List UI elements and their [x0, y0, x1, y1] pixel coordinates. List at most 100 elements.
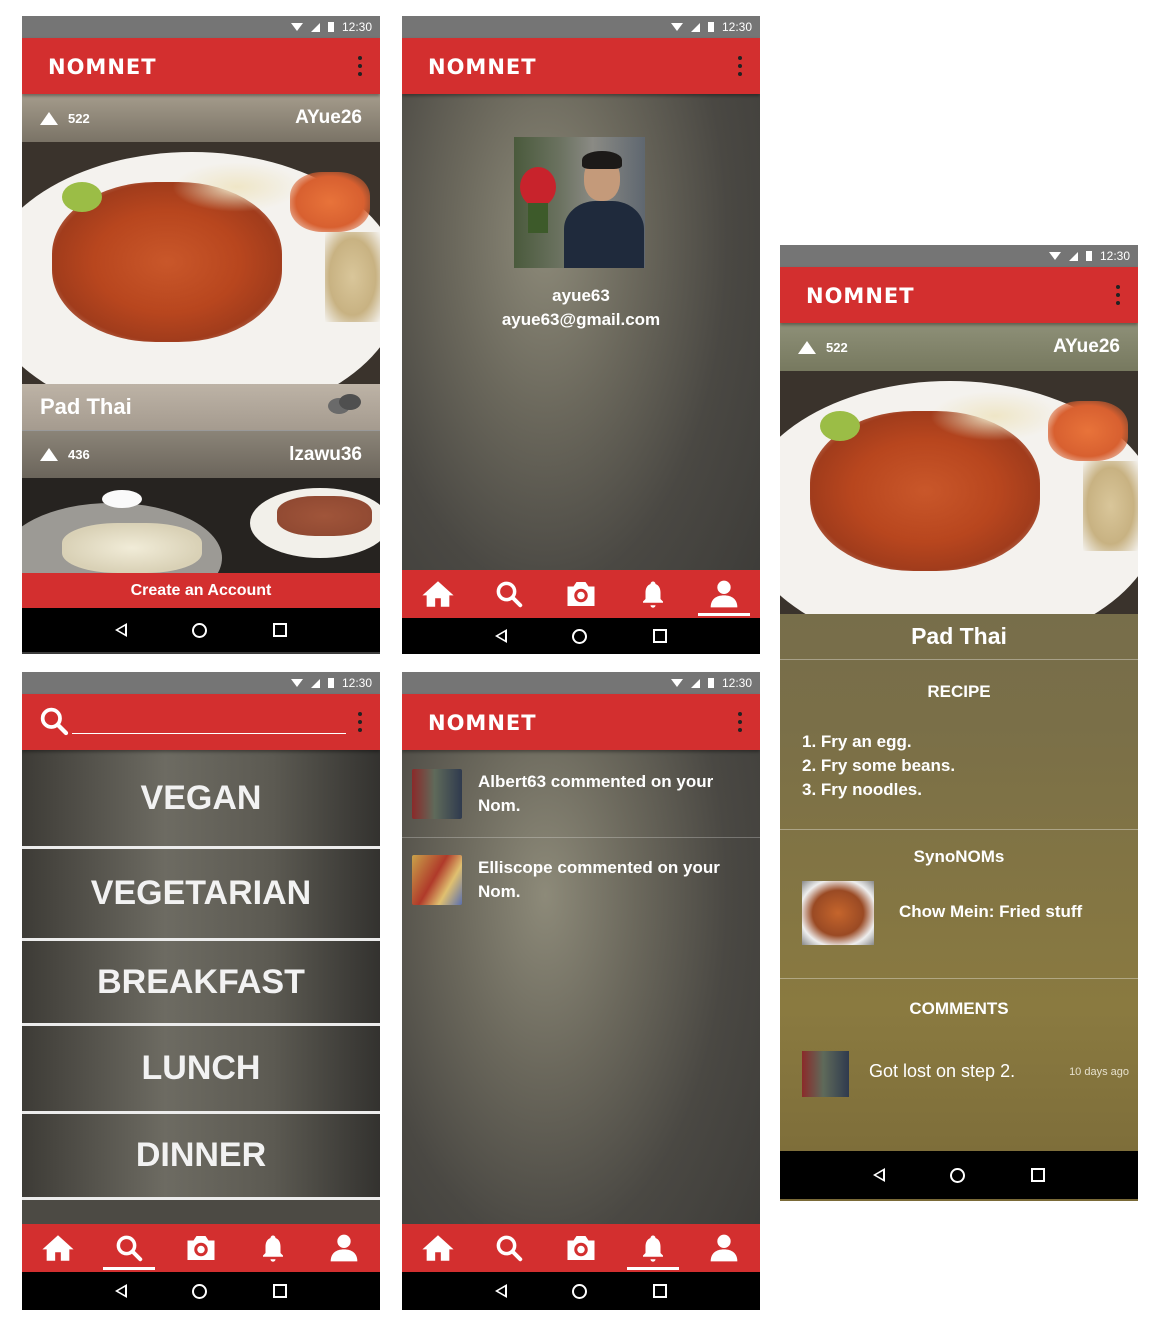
category-vegetarian[interactable]: VEGETARIAN [22, 849, 380, 941]
feed-screen: 12:30 NOMNET 522 AYue26 Pad Thai 436 lza… [22, 16, 380, 654]
recents-icon[interactable] [273, 1284, 288, 1298]
tab-camera[interactable] [559, 1224, 603, 1272]
camera-icon [562, 1230, 600, 1266]
post-title: Pad Thai [40, 394, 132, 419]
tab-profile[interactable] [322, 1224, 366, 1272]
tab-search[interactable] [487, 570, 531, 618]
battery-icon [707, 22, 714, 32]
post-title-bar: Pad Thai [22, 384, 380, 430]
post-username[interactable]: AYue26 [1053, 336, 1120, 358]
battery-icon [327, 22, 334, 32]
post-username[interactable]: lzawu36 [289, 444, 362, 466]
post-image[interactable] [22, 478, 380, 573]
home-circle-icon[interactable] [572, 628, 588, 644]
home-circle-icon[interactable] [192, 1283, 208, 1299]
recents-icon[interactable] [653, 1284, 668, 1298]
category-breakfast[interactable]: BREAKFAST [22, 941, 380, 1026]
home-icon [420, 1231, 456, 1265]
system-nav-bar [22, 1272, 380, 1310]
more-menu-icon[interactable] [358, 56, 362, 76]
chat-icon[interactable] [328, 394, 362, 420]
notification-item[interactable]: Albert63 commented on your Nom. [402, 750, 760, 838]
profile-username: ayue63 [552, 286, 610, 305]
home-circle-icon[interactable] [572, 1283, 588, 1299]
search-icon [114, 1233, 144, 1263]
tab-bar [402, 1224, 760, 1272]
home-icon [40, 1231, 76, 1265]
notification-item[interactable]: Elliscope commented on your Nom. [402, 838, 760, 922]
more-menu-icon[interactable] [358, 712, 362, 732]
home-circle-icon[interactable] [950, 1167, 966, 1183]
category-list: VEGAN VEGETARIAN BREAKFAST LUNCH DINNER [22, 750, 380, 1224]
vote-count: 522 [826, 339, 848, 355]
status-time: 12:30 [341, 676, 372, 690]
recents-icon[interactable] [1031, 1168, 1046, 1182]
category-vegan[interactable]: VEGAN [22, 750, 380, 849]
synonom-item[interactable]: Chow Mein: Fried stuff [899, 902, 1082, 922]
upvote-icon[interactable] [40, 111, 58, 125]
create-account-button[interactable]: Create an Account [22, 573, 380, 608]
tab-notifications[interactable] [626, 1224, 679, 1272]
recipe-section: RECIPE 1. Fry an egg. 2. Fry some beans.… [780, 660, 1138, 830]
synonoms-title: SynoNOMs [913, 847, 1005, 866]
recents-icon[interactable] [273, 623, 288, 637]
app-bar: NOMNET [22, 38, 380, 94]
tab-notifications[interactable] [251, 1224, 295, 1272]
comments-title: COMMENTS [909, 999, 1009, 1018]
tab-camera[interactable] [179, 1224, 223, 1272]
status-time: 12:30 [341, 20, 372, 34]
app-logo: NOMNET [48, 55, 157, 79]
post-username[interactable]: AYue26 [295, 107, 362, 129]
system-nav-bar [402, 618, 760, 654]
home-circle-icon[interactable] [192, 622, 208, 638]
tab-home[interactable] [416, 570, 460, 618]
tab-search[interactable] [103, 1224, 156, 1272]
search-input[interactable] [72, 708, 346, 734]
recents-icon[interactable] [653, 629, 668, 643]
tab-home[interactable] [416, 1224, 460, 1272]
tab-profile[interactable] [698, 570, 751, 618]
tab-home[interactable] [36, 1224, 80, 1272]
wifi-icon [290, 679, 303, 687]
upvote-icon[interactable] [798, 340, 816, 354]
more-menu-icon[interactable] [1116, 285, 1120, 305]
status-bar: 12:30 [402, 672, 760, 694]
back-icon[interactable] [872, 1168, 885, 1182]
recipe-steps: 1. Fry an egg. 2. Fry some beans. 3. Fry… [802, 730, 955, 802]
system-nav-bar [780, 1151, 1138, 1199]
app-logo: NOMNET [428, 55, 537, 79]
notification-text: Elliscope commented on your Nom. [478, 858, 720, 901]
wifi-icon [670, 679, 683, 687]
bell-icon [638, 1233, 668, 1263]
post-image [780, 371, 1138, 614]
recipe-step: 3. Fry noodles. [802, 780, 922, 799]
signal-icon [310, 22, 320, 32]
category-dinner[interactable]: DINNER [22, 1114, 380, 1200]
back-icon[interactable] [114, 623, 127, 637]
tab-search[interactable] [487, 1224, 531, 1272]
tab-profile[interactable] [702, 1224, 746, 1272]
tab-camera[interactable] [559, 570, 603, 618]
post-image[interactable] [22, 142, 380, 384]
recipe-title: RECIPE [927, 682, 991, 701]
upvote-icon[interactable] [40, 448, 58, 461]
wifi-icon [670, 23, 683, 31]
more-menu-icon[interactable] [738, 56, 742, 76]
dish-title: Pad Thai [780, 614, 1138, 660]
app-logo: NOMNET [806, 284, 915, 308]
synonom-thumbnail[interactable] [802, 881, 874, 945]
back-icon[interactable] [494, 629, 507, 643]
battery-icon [707, 678, 714, 688]
back-icon[interactable] [114, 1284, 127, 1298]
avatar [412, 855, 462, 905]
signal-icon [690, 22, 700, 32]
avatar [802, 1051, 849, 1097]
search-icon [38, 705, 70, 737]
more-menu-icon[interactable] [738, 712, 742, 732]
avatar[interactable] [514, 137, 645, 268]
back-icon[interactable] [494, 1284, 507, 1298]
post-header: 436 lzawu36 [22, 430, 380, 478]
notification-list: Albert63 commented on your Nom. Elliscop… [402, 750, 760, 1224]
tab-notifications[interactable] [631, 570, 675, 618]
category-lunch[interactable]: LUNCH [22, 1026, 380, 1114]
